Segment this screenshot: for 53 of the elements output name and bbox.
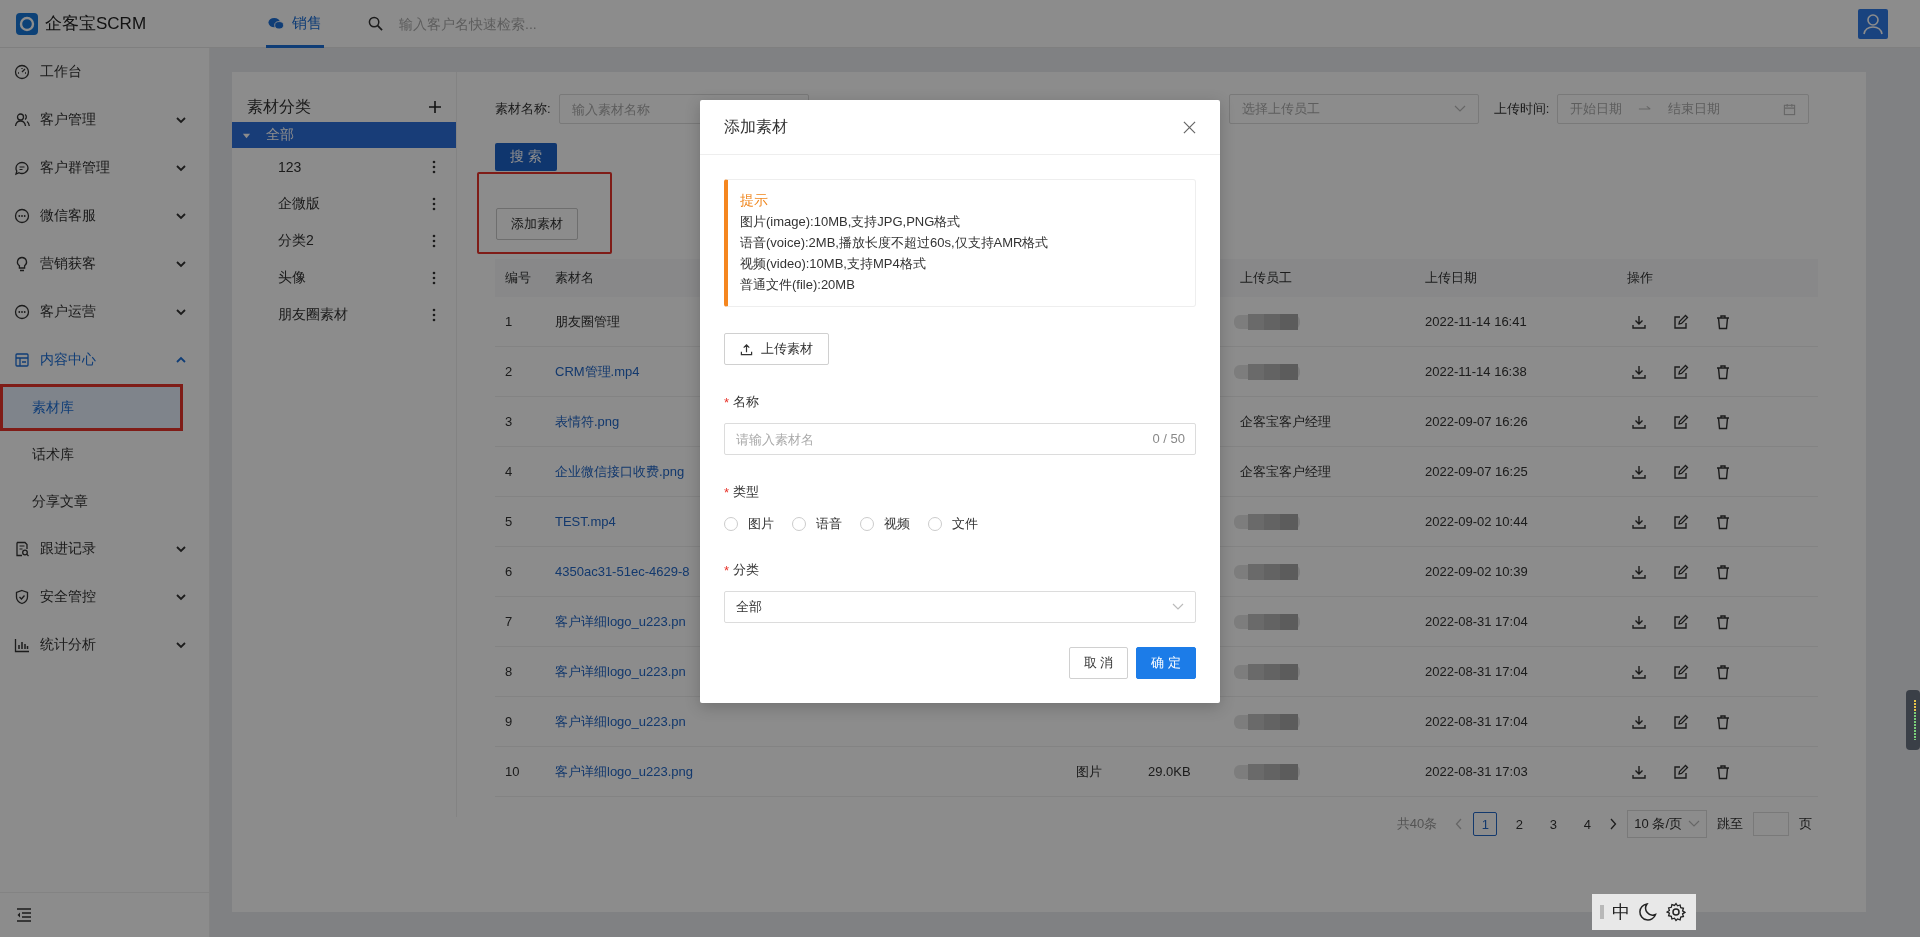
radio-label: 视频 <box>884 515 910 533</box>
table-cell-text: 图片 <box>1075 762 1102 781</box>
table-cell-text: 2022-08-31 17:04 <box>1424 614 1529 629</box>
radio-label: 语音 <box>816 515 842 533</box>
tip-text: 语音(voice):2MB,播放长度不超过60s,仅支持AMR格式 <box>740 234 1050 252</box>
field-label: 类型 <box>733 483 760 501</box>
tip-title: 提示 <box>740 191 769 210</box>
total-count: 共40条 <box>1396 815 1438 833</box>
table-cell-text: 2022-11-14 16:41 <box>1424 314 1528 329</box>
column-header: 上传员工 <box>1239 269 1292 287</box>
table-cell-text: 2022-08-31 17:03 <box>1424 764 1529 779</box>
table-cell-text: 4 <box>504 464 514 479</box>
brand-name: 企客宝SCRM <box>45 13 147 35</box>
category-panel-title: 素材分类 <box>247 96 311 117</box>
page-unit-label: 页 <box>1799 815 1812 833</box>
character-counter: 0 / 50 <box>1152 431 1185 446</box>
table-cell-text: 6 <box>504 564 514 579</box>
table-cell-text: 2022-11-14 16:38 <box>1424 364 1528 379</box>
table-cell-text: 10 <box>504 764 521 779</box>
required-mark: * <box>724 562 730 578</box>
column-header: 编号 <box>504 269 531 287</box>
table-cell-text: 2022-08-31 17:04 <box>1424 664 1529 679</box>
table-cell-text: 2022-09-07 16:25 <box>1424 464 1529 479</box>
column-header: 操作 <box>1626 269 1653 287</box>
table-cell-text: 朋友圈管理 <box>554 312 621 331</box>
radio-label: 文件 <box>952 515 978 533</box>
table-cell-text: 29.0KB <box>1147 764 1191 779</box>
field-label: 名称 <box>733 393 760 411</box>
table-cell-text: 2022-09-02 10:39 <box>1424 564 1529 579</box>
tip-text: 图片(image):10MB,支持JPG,PNG格式 <box>740 213 962 231</box>
jump-label: 跳至 <box>1717 815 1743 833</box>
table-cell-text: 1 <box>504 314 514 329</box>
filter-label: 上传时间: <box>1493 100 1550 118</box>
table-cell-text: 企客宝客户经理 <box>1239 412 1331 431</box>
radio-label: 图片 <box>748 515 774 533</box>
required-mark: * <box>724 484 730 500</box>
tip-text: 视频(video):10MB,支持MP4格式 <box>740 255 927 273</box>
tip-text: 普通文件(file):20MB <box>740 276 856 294</box>
column-header: 上传日期 <box>1424 269 1477 287</box>
table-cell-text: 5 <box>504 514 514 529</box>
table-cell-text: 3 <box>504 414 514 429</box>
required-mark: * <box>724 394 730 410</box>
table-cell-text: 2022-09-02 10:44 <box>1424 514 1529 529</box>
column-header: 素材名 <box>554 269 594 287</box>
field-label: 分类 <box>733 561 760 579</box>
table-cell-text: 2 <box>504 364 514 379</box>
table-cell-text: 8 <box>504 664 514 679</box>
filter-label: 素材名称: <box>495 100 551 118</box>
table-cell-text: 7 <box>504 614 514 629</box>
table-cell-text: 企客宝客户经理 <box>1239 462 1331 481</box>
table-cell-text: 2022-08-31 17:04 <box>1424 714 1529 729</box>
table-cell-text: 9 <box>504 714 514 729</box>
table-cell-text: 2022-09-07 16:26 <box>1424 414 1529 429</box>
